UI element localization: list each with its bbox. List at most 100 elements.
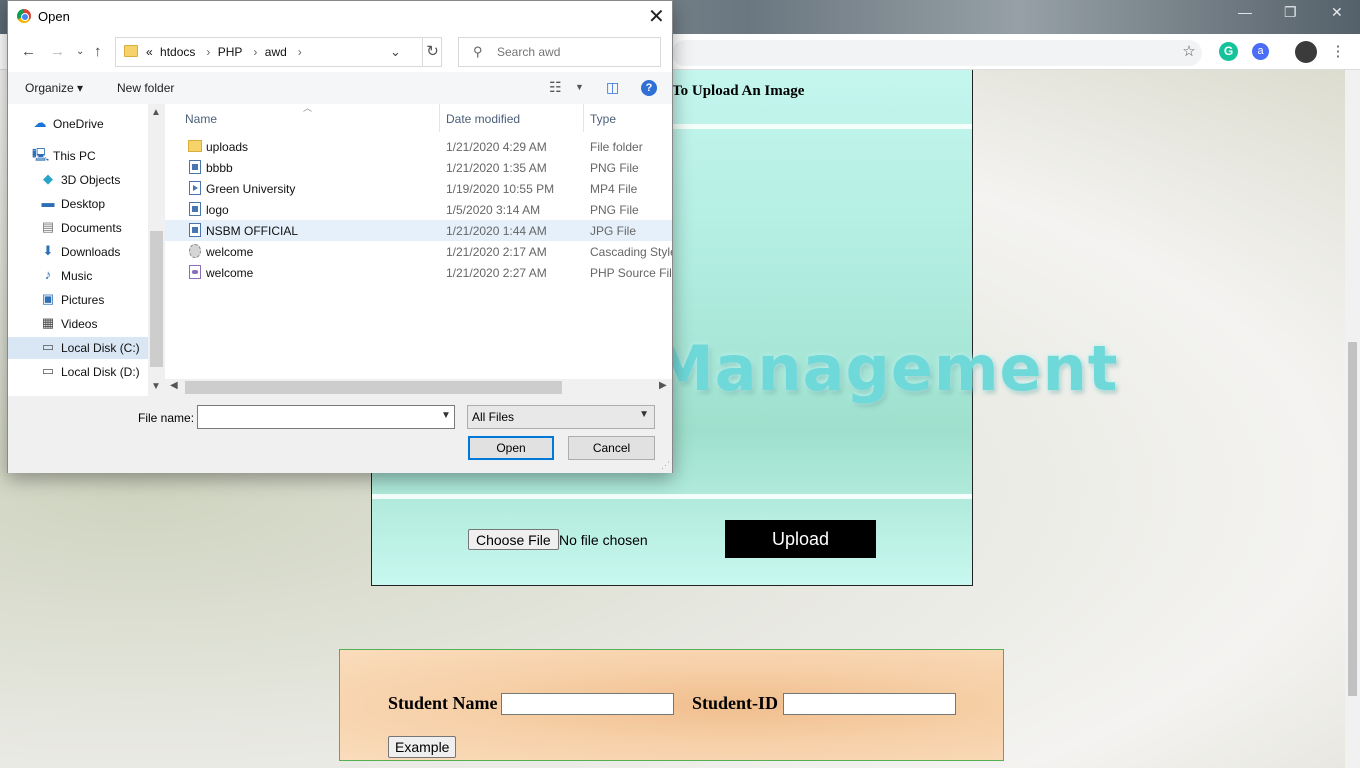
nav-item-pictures[interactable]: ▣ Pictures [8, 289, 148, 311]
nav-item-label: Videos [61, 317, 98, 331]
folder-icon [124, 45, 138, 57]
resize-grip-icon[interactable]: ⋰ [661, 460, 670, 471]
drive-icon: ▭ [41, 363, 55, 378]
scroll-thumb[interactable] [185, 381, 562, 394]
file-type: PNG File [590, 203, 639, 217]
search-input[interactable] [497, 45, 652, 59]
documents-icon: ▤ [41, 219, 55, 234]
nav-item-this-pc[interactable]: 🖳 This PC [8, 145, 148, 167]
videos-icon: ▦ [41, 315, 55, 330]
breadcrumb-prefix[interactable]: « [146, 45, 153, 59]
choose-file-button[interactable]: Choose File [468, 529, 559, 550]
file-type: Cascading Style [590, 245, 672, 259]
divider [372, 494, 972, 499]
file-list-scrollbar[interactable]: ◀ ▶ [165, 379, 672, 396]
student-name-input[interactable] [501, 693, 674, 715]
close-icon[interactable]: ✕ [1331, 4, 1343, 21]
scroll-right-icon[interactable]: ▶ [659, 380, 667, 391]
download-icon: ⬇ [42, 243, 54, 258]
cloud-icon: ☁ [33, 115, 47, 130]
refresh-icon[interactable]: ↻ [422, 38, 442, 66]
address-bar[interactable] [672, 40, 1202, 66]
nav-item-local-disk-d[interactable]: ▭ Local Disk (D:) [8, 361, 148, 383]
view-options-icon[interactable]: ☷ [549, 79, 562, 96]
sort-arrow-icon: ︿ [303, 104, 313, 113]
file-row[interactable]: uploads 1/21/2020 4:29 AM File folder [165, 136, 672, 157]
column-divider[interactable] [583, 104, 584, 132]
php-file-icon [189, 265, 201, 279]
scroll-thumb[interactable] [150, 231, 163, 367]
nav-item-documents[interactable]: ▤ Documents [8, 217, 148, 239]
desktop-icon: ▬ [41, 195, 55, 210]
bookmark-star-icon[interactable]: ☆ [1178, 41, 1200, 63]
file-name: welcome [206, 245, 254, 259]
file-row[interactable]: bbbb 1/21/2020 1:35 AM PNG File [165, 157, 672, 178]
up-arrow-icon[interactable]: ↑ [94, 43, 102, 60]
help-icon[interactable]: ? [641, 80, 657, 96]
column-header-date[interactable]: Date modified [446, 104, 520, 132]
image-file-icon [189, 223, 201, 237]
file-type-value: All Files [472, 410, 515, 424]
file-name: bbbb [206, 161, 233, 175]
avatar[interactable] [1295, 41, 1317, 63]
file-date: 1/5/2020 3:14 AM [446, 203, 541, 217]
minimize-icon[interactable]: — [1238, 4, 1252, 20]
open-button[interactable]: Open [468, 436, 554, 460]
recent-dropdown-icon[interactable]: ⌄ [76, 46, 84, 57]
file-row[interactable]: welcome 1/21/2020 2:17 AM Cascading Styl… [165, 241, 672, 262]
breadcrumb-item[interactable]: PHP [218, 45, 243, 59]
column-header-type[interactable]: Type [590, 104, 616, 132]
file-list: ︿ Name Date modified Type uploads 1/21/2… [165, 104, 672, 396]
breadcrumb-item[interactable]: htdocs [160, 45, 195, 59]
close-icon[interactable]: ✕ [648, 4, 665, 29]
nav-item-desktop[interactable]: ▬ Desktop [8, 193, 148, 215]
account-icon[interactable]: a [1252, 43, 1269, 60]
scroll-left-icon[interactable]: ◀ [170, 380, 178, 391]
scroll-thumb[interactable] [1348, 342, 1357, 696]
student-id-input[interactable] [783, 693, 956, 715]
navigation-pane: ☁ OneDrive 🖳 This PC ◆ 3D Objects ▬ Desk… [8, 104, 165, 396]
dialog-titlebar[interactable]: Open ✕ [8, 1, 672, 32]
file-row[interactable]: welcome 1/21/2020 2:27 AM PHP Source Fil… [165, 262, 672, 283]
cancel-button[interactable]: Cancel [568, 436, 655, 460]
folder-icon [188, 140, 202, 152]
column-divider[interactable] [439, 104, 440, 132]
nav-scrollbar[interactable]: ▲ ▼ [148, 104, 165, 396]
nav-item-music[interactable]: ♪ Music [8, 265, 148, 287]
scroll-down-icon[interactable]: ▼ [151, 381, 161, 392]
preview-pane-icon[interactable]: ◫ [606, 79, 619, 96]
search-box[interactable]: ⚲ [458, 37, 661, 67]
forward-arrow-icon[interactable]: → [50, 43, 65, 60]
file-row[interactable]: Green University 1/19/2020 10:55 PM MP4 … [165, 178, 672, 199]
restore-icon[interactable]: ❐ [1284, 4, 1297, 21]
page-scrollbar[interactable] [1345, 70, 1360, 768]
nav-item-onedrive[interactable]: ☁ OneDrive [8, 113, 148, 135]
file-row-selected[interactable]: NSBM OFFICIAL 1/21/2020 1:44 AM JPG File [165, 220, 672, 241]
student-panel: Student Name Student-ID Example [339, 649, 1004, 761]
file-name: welcome [206, 266, 254, 280]
breadcrumb-item[interactable]: awd [265, 45, 287, 59]
chevron-down-icon[interactable]: ▼ [441, 410, 451, 421]
organize-button[interactable]: Organize ▾ [25, 81, 83, 95]
file-type-select[interactable]: All Files ▼ [467, 405, 655, 429]
dialog-footer: File name: ▼ All Files ▼ Open Cancel ⋰ [8, 396, 672, 473]
nav-item-local-disk-c[interactable]: ▭ Local Disk (C:) [8, 337, 148, 359]
back-arrow-icon[interactable]: ← [21, 43, 36, 60]
search-icon: ⚲ [473, 44, 483, 59]
chevron-down-icon[interactable]: ⌄ [390, 44, 401, 60]
menu-dots-icon[interactable]: ⋮ [1327, 41, 1349, 63]
file-name-input[interactable]: ▼ [197, 405, 455, 429]
new-folder-button[interactable]: New folder [117, 81, 174, 95]
breadcrumb[interactable]: « htdocs › PHP › awd › ⌄ ↻ [115, 37, 442, 67]
grammarly-icon[interactable]: G [1219, 42, 1238, 61]
upload-button[interactable]: Upload [725, 520, 876, 558]
nav-item-3d-objects[interactable]: ◆ 3D Objects [8, 169, 148, 191]
scroll-up-icon[interactable]: ▲ [151, 107, 161, 118]
example-button[interactable]: Example [388, 736, 457, 758]
file-row[interactable]: logo 1/5/2020 3:14 AM PNG File [165, 199, 672, 220]
nav-item-downloads[interactable]: ⬇ Downloads [8, 241, 148, 263]
music-icon: ♪ [44, 267, 52, 282]
chevron-down-icon[interactable]: ▼ [575, 82, 584, 92]
nav-item-videos[interactable]: ▦ Videos [8, 313, 148, 335]
column-header-name[interactable]: Name [185, 104, 217, 132]
